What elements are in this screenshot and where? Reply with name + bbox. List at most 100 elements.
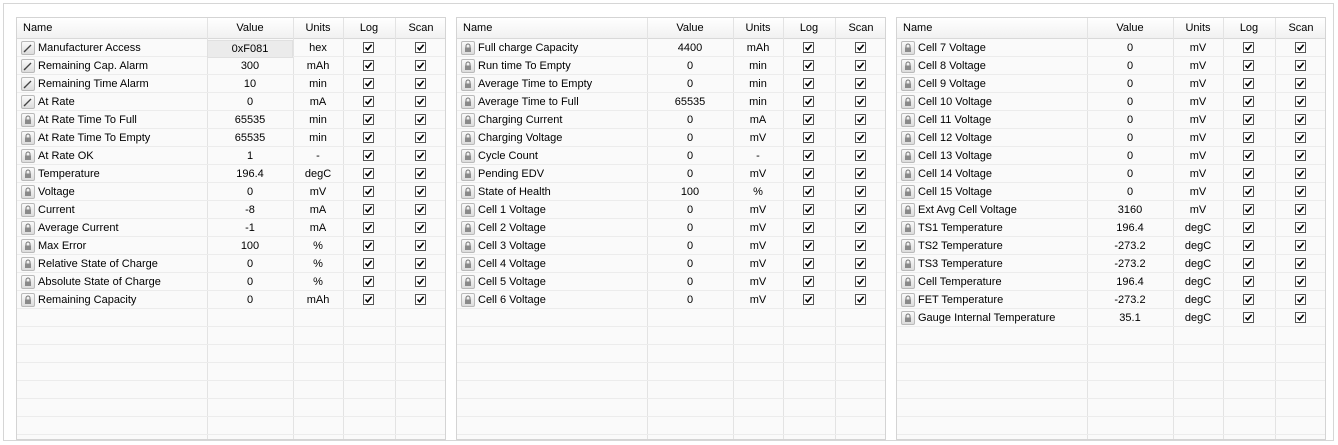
scan-checkbox[interactable] [855,204,866,215]
table-row[interactable]: Remaining Time Alarm 10 min [17,76,445,94]
log-checkbox[interactable] [803,186,814,197]
scan-checkbox[interactable] [1295,204,1306,215]
scan-checkbox[interactable] [1295,96,1306,107]
table-row[interactable]: Cell 9 Voltage 0 mV [897,76,1325,94]
table-row[interactable]: Charging Current 0 mA [457,112,885,130]
scan-checkbox[interactable] [855,240,866,251]
column-header-name[interactable]: Name [903,22,932,34]
scan-checkbox[interactable] [415,294,426,305]
table-row[interactable]: TS1 Temperature 196.4 degC [897,220,1325,238]
log-checkbox[interactable] [363,96,374,107]
log-checkbox[interactable] [363,204,374,215]
scan-checkbox[interactable] [855,42,866,53]
column-header-units[interactable]: Units [733,22,783,34]
column-header-scan[interactable]: Scan [835,22,885,34]
scan-checkbox[interactable] [415,150,426,161]
scan-checkbox[interactable] [855,114,866,125]
log-checkbox[interactable] [803,150,814,161]
column-header-log[interactable]: Log [343,22,395,34]
scan-checkbox[interactable] [1295,240,1306,251]
log-checkbox[interactable] [363,294,374,305]
log-checkbox[interactable] [803,222,814,233]
log-checkbox[interactable] [363,258,374,269]
scan-checkbox[interactable] [855,168,866,179]
table-row[interactable]: Cell 1 Voltage 0 mV [457,202,885,220]
register-value[interactable]: 300 [207,60,293,72]
log-checkbox[interactable] [1243,132,1254,143]
register-value[interactable]: 10 [207,78,293,90]
scan-checkbox[interactable] [415,258,426,269]
scan-checkbox[interactable] [855,186,866,197]
log-checkbox[interactable] [803,114,814,125]
log-checkbox[interactable] [363,222,374,233]
log-checkbox[interactable] [803,60,814,71]
scan-checkbox[interactable] [415,276,426,287]
log-checkbox[interactable] [1243,258,1254,269]
table-row[interactable]: Voltage 0 mV [17,184,445,202]
scan-checkbox[interactable] [1295,150,1306,161]
scan-checkbox[interactable] [855,294,866,305]
table-row[interactable]: Cell 12 Voltage 0 mV [897,130,1325,148]
column-header-units[interactable]: Units [293,22,343,34]
column-header-value[interactable]: Value [207,22,293,34]
table-row[interactable]: Cell 2 Voltage 0 mV [457,220,885,238]
table-row[interactable]: Manufacturer Access 0xF081 hex [17,40,445,58]
log-checkbox[interactable] [803,96,814,107]
log-checkbox[interactable] [1243,222,1254,233]
table-row[interactable]: Remaining Cap. Alarm 300 mAh [17,58,445,76]
table-row[interactable]: State of Health 100% [457,184,885,202]
table-row[interactable]: Cell Temperature 196.4 degC [897,274,1325,292]
log-checkbox[interactable] [363,42,374,53]
log-checkbox[interactable] [1243,204,1254,215]
log-checkbox[interactable] [363,114,374,125]
table-row[interactable]: FET Temperature -273.2 degC [897,292,1325,310]
scan-checkbox[interactable] [1295,78,1306,89]
scan-checkbox[interactable] [855,222,866,233]
scan-checkbox[interactable] [1295,222,1306,233]
scan-checkbox[interactable] [415,186,426,197]
table-row[interactable]: Cycle Count 0 - [457,148,885,166]
scan-checkbox[interactable] [855,276,866,287]
scan-checkbox[interactable] [415,240,426,251]
log-checkbox[interactable] [1243,114,1254,125]
log-checkbox[interactable] [363,132,374,143]
table-row[interactable]: Run time To Empty 0 min [457,58,885,76]
log-checkbox[interactable] [363,240,374,251]
log-checkbox[interactable] [1243,78,1254,89]
log-checkbox[interactable] [1243,42,1254,53]
column-header-scan[interactable]: Scan [395,22,445,34]
scan-checkbox[interactable] [855,132,866,143]
table-row[interactable]: Cell 15 Voltage 0 mV [897,184,1325,202]
table-row[interactable]: Cell 8 Voltage 0 mV [897,58,1325,76]
log-checkbox[interactable] [363,186,374,197]
table-row[interactable]: Average Current -1 mA [17,220,445,238]
scan-checkbox[interactable] [415,42,426,53]
table-row[interactable]: Temperature 196.4 degC [17,166,445,184]
scan-checkbox[interactable] [1295,312,1306,323]
log-checkbox[interactable] [1243,186,1254,197]
scan-checkbox[interactable] [1295,276,1306,287]
table-row[interactable]: Remaining Capacity 0 mAh [17,292,445,310]
log-checkbox[interactable] [363,60,374,71]
scan-checkbox[interactable] [1295,294,1306,305]
column-header-log[interactable]: Log [1223,22,1275,34]
table-row[interactable]: Gauge Internal Temperature 35.1 degC [897,310,1325,328]
log-checkbox[interactable] [803,132,814,143]
log-checkbox[interactable] [803,78,814,89]
log-checkbox[interactable] [363,150,374,161]
register-value[interactable]: 0 [207,96,293,108]
scan-checkbox[interactable] [855,60,866,71]
table-row[interactable]: Absolute State of Charge 0% [17,274,445,292]
table-row[interactable]: Relative State of Charge 0% [17,256,445,274]
log-checkbox[interactable] [803,258,814,269]
scan-checkbox[interactable] [1295,114,1306,125]
table-row[interactable]: Cell 4 Voltage 0 mV [457,256,885,274]
table-row[interactable]: Full charge Capacity 4400 mAh [457,40,885,58]
scan-checkbox[interactable] [415,204,426,215]
table-row[interactable]: Cell 13 Voltage 0 mV [897,148,1325,166]
column-header-units[interactable]: Units [1173,22,1223,34]
table-row[interactable]: Charging Voltage 0 mV [457,130,885,148]
log-checkbox[interactable] [363,276,374,287]
table-row[interactable]: Average Time to Empty 0 min [457,76,885,94]
scan-checkbox[interactable] [855,78,866,89]
